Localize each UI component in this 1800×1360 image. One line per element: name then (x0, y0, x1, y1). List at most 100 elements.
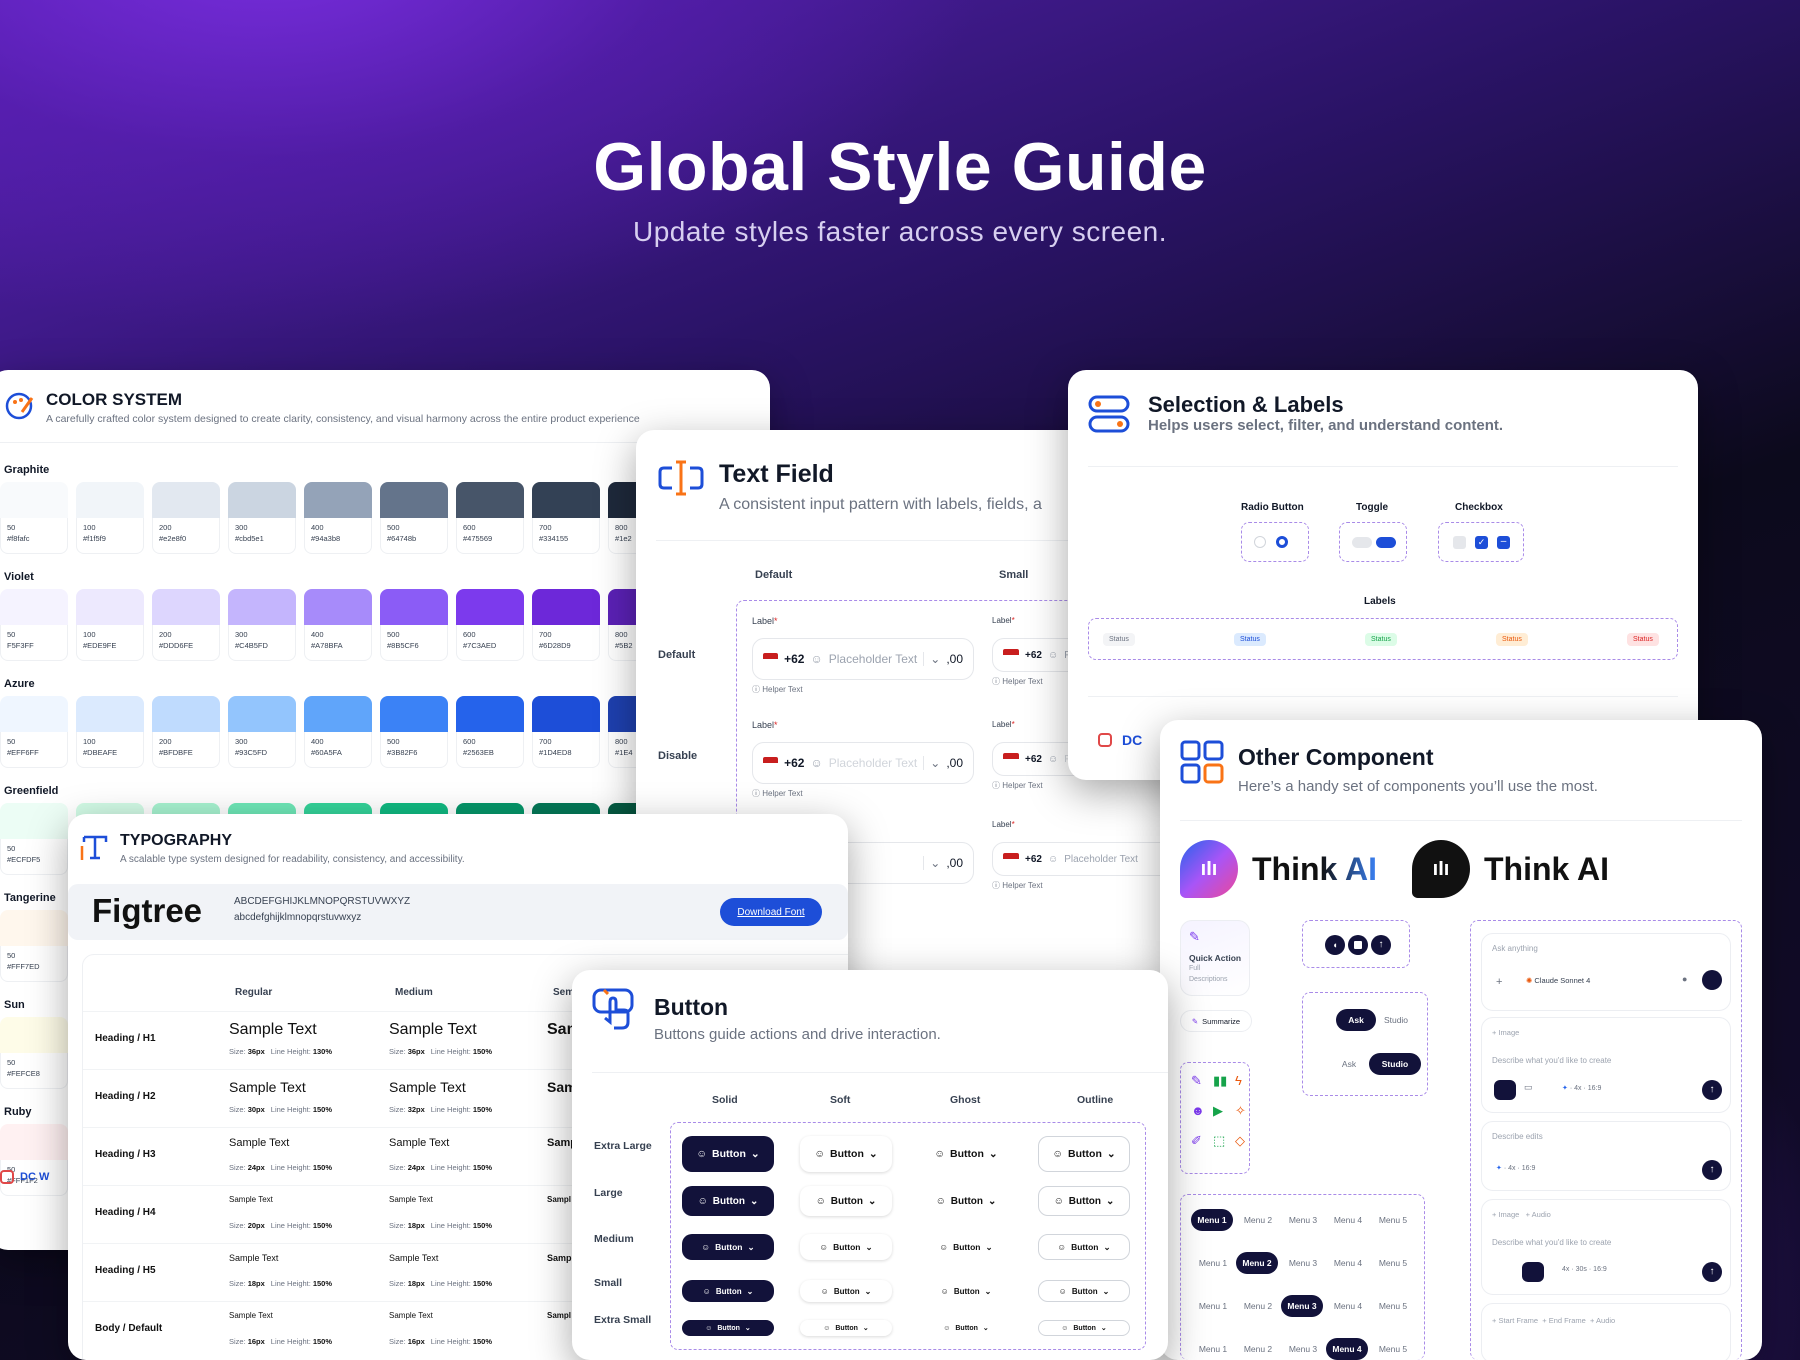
model-selector[interactable]: ✺ Claude Sonnet 4 (1526, 976, 1590, 985)
ghost-button[interactable]: ☺ Button ⌄ (920, 1234, 1012, 1260)
end-frame-chip[interactable]: End Frame (1549, 1316, 1586, 1325)
start-frame-chip[interactable]: Start Frame (1498, 1316, 1538, 1325)
menu-tab[interactable]: Menu 1 (1191, 1338, 1235, 1360)
seg-studio[interactable]: Studio (1376, 1009, 1416, 1031)
brush-icon[interactable]: ✐ (1191, 1133, 1202, 1149)
radio-on[interactable] (1276, 536, 1288, 548)
phone-input-disabled[interactable]: +62 ☺ Placeholder Text ⌄ ,00 (752, 742, 974, 784)
bolt-icon[interactable]: ϟ (1235, 1073, 1242, 1088)
solid-button[interactable]: ☺ Button ⌄ (682, 1280, 774, 1302)
toggle-on[interactable] (1376, 537, 1396, 548)
prompt-ask[interactable]: Ask anything + ✺ Claude Sonnet 4 ● (1481, 933, 1731, 1011)
ghost-button[interactable]: ☺ Button ⌄ (920, 1320, 1012, 1336)
soft-button[interactable]: ☺ Button ⌄ (800, 1186, 892, 1216)
prompt-audio[interactable]: + Image + Audio Describe what you'd like… (1481, 1199, 1731, 1295)
ghost-button[interactable]: ☺ Button ⌄ (920, 1186, 1012, 1216)
soft-button[interactable]: ☺ Button ⌄ (800, 1320, 892, 1336)
send-button[interactable]: ↑ (1371, 935, 1391, 955)
menu-tab[interactable]: Menu 1 (1191, 1295, 1235, 1317)
chevron-down-icon[interactable]: ⌄ (923, 652, 940, 666)
play-icon[interactable]: ▶ (1213, 1103, 1223, 1119)
menu-tab[interactable]: Menu 1 (1191, 1209, 1233, 1231)
country-code[interactable]: +62 (784, 652, 804, 666)
menu-tab[interactable]: Menu 3 (1281, 1252, 1325, 1274)
outline-button[interactable]: ☺ Button ⌄ (1038, 1320, 1130, 1336)
image-chip[interactable]: Image (1498, 1028, 1519, 1037)
menu-tab[interactable]: Menu 5 (1371, 1209, 1415, 1231)
menu-tab[interactable]: Menu 4 (1326, 1338, 1368, 1360)
toggle-off[interactable] (1352, 537, 1372, 548)
ratio-value[interactable]: 16:9 (1522, 1165, 1536, 1172)
video-mode-icon[interactable]: ▭ (1524, 1082, 1533, 1093)
solid-button[interactable]: ☺ Button ⌄ (682, 1234, 774, 1260)
send-button[interactable]: ↑ (1702, 1262, 1722, 1282)
menu-tab[interactable]: Menu 2 (1236, 1209, 1280, 1231)
duration-value[interactable]: 30s (1576, 1266, 1587, 1273)
chart-icon[interactable]: ▮▮ (1213, 1073, 1227, 1089)
ghost-button[interactable]: ☺ Button ⌄ (920, 1280, 1012, 1302)
plus-icon[interactable]: + (1496, 976, 1502, 988)
solid-button[interactable]: ☺ Button ⌄ (682, 1186, 774, 1216)
send-button[interactable]: ↑ (1702, 1160, 1722, 1180)
count-value[interactable]: 4x (1562, 1266, 1569, 1273)
phone-input[interactable]: +62 ☺ Placeholder Text ⌄ ,00 (752, 638, 974, 680)
seg-studio-active[interactable]: Studio (1369, 1053, 1421, 1075)
menu-tab[interactable]: Menu 2 (1236, 1295, 1280, 1317)
image-icon[interactable]: ☻ (1191, 1103, 1205, 1118)
country-code[interactable]: +62 (1025, 854, 1042, 865)
country-code[interactable]: +62 (1025, 754, 1042, 765)
image-mode-button[interactable] (1494, 1080, 1516, 1100)
send-button[interactable]: ↑ (1702, 1080, 1722, 1100)
soft-button[interactable]: ☺ Button ⌄ (800, 1280, 892, 1302)
seg-ask[interactable]: Ask (1329, 1053, 1369, 1075)
soft-button[interactable]: ☺ Button ⌄ (800, 1234, 892, 1260)
prompt-frames[interactable]: + Start Frame + End Frame + Audio (1481, 1303, 1731, 1360)
radio-off[interactable] (1254, 536, 1266, 548)
outline-button[interactable]: ☺ Button ⌄ (1038, 1186, 1130, 1216)
menu-tab[interactable]: Menu 3 (1281, 1209, 1325, 1231)
checkbox-off[interactable] (1453, 536, 1466, 549)
menu-tab[interactable]: Menu 4 (1326, 1252, 1370, 1274)
stop-button[interactable] (1348, 935, 1368, 955)
checkbox-indeterminate[interactable]: – (1497, 536, 1510, 549)
menu-tab[interactable]: Menu 5 (1371, 1338, 1415, 1360)
image-chip[interactable]: Image (1498, 1210, 1519, 1219)
summarize-chip[interactable]: ✎ Summarize (1180, 1010, 1252, 1032)
quick-action-card[interactable]: ✎ Quick Action Full Descriptions (1180, 920, 1250, 996)
outline-button[interactable]: ☺ Button ⌄ (1038, 1136, 1130, 1172)
audio-chip[interactable]: Audio (1532, 1210, 1551, 1219)
prompt-edits[interactable]: Describe edits ✦ · 4x · 16:9 ↑ (1481, 1121, 1731, 1191)
menu-tab[interactable]: Menu 5 (1371, 1252, 1415, 1274)
volume-button[interactable]: ◖ (1325, 935, 1345, 955)
menu-tab[interactable]: Menu 1 (1191, 1252, 1235, 1274)
menu-tab[interactable]: Menu 3 (1281, 1338, 1325, 1360)
solid-button[interactable]: ☺ Button ⌄ (682, 1136, 774, 1172)
menu-tab[interactable]: Menu 4 (1326, 1295, 1370, 1317)
ratio-value[interactable]: 16:9 (1593, 1266, 1607, 1273)
chevron-down-icon[interactable]: ⌄ (923, 856, 940, 870)
mic-icon[interactable]: ● (1682, 974, 1687, 984)
ghost-button[interactable]: ☺ Button ⌄ (920, 1136, 1012, 1172)
audio-chip[interactable]: Audio (1596, 1316, 1615, 1325)
count-value[interactable]: 4x (1508, 1165, 1515, 1172)
ratio-value[interactable]: 16:9 (1588, 1085, 1602, 1092)
outline-button[interactable]: ☺ Button ⌄ (1038, 1234, 1130, 1260)
menu-tab[interactable]: Menu 2 (1236, 1252, 1278, 1274)
seg-ask-active[interactable]: Ask (1336, 1009, 1376, 1031)
menu-tab[interactable]: Menu 5 (1371, 1295, 1415, 1317)
checkbox-checked[interactable]: ✓ (1475, 536, 1488, 549)
soft-button[interactable]: ☺ Button ⌄ (800, 1136, 892, 1172)
menu-tab[interactable]: Menu 2 (1236, 1338, 1280, 1360)
solid-button[interactable]: ☺ Button ⌄ (682, 1320, 774, 1336)
scan-icon[interactable]: ⬚ (1213, 1133, 1225, 1149)
menu-tab[interactable]: Menu 3 (1281, 1295, 1323, 1317)
download-font-button[interactable]: Download Font (720, 898, 822, 926)
count-value[interactable]: 4x (1574, 1085, 1581, 1092)
voice-button[interactable] (1702, 970, 1722, 990)
outline-button[interactable]: ☺ Button ⌄ (1038, 1280, 1130, 1302)
chevron-down-icon[interactable]: ⌄ (923, 756, 940, 770)
country-code[interactable]: +62 (1025, 650, 1042, 661)
edit-icon[interactable]: ✎ (1191, 1073, 1202, 1089)
magic-wand-icon[interactable]: ✧ (1235, 1103, 1246, 1119)
country-code[interactable]: +62 (784, 756, 804, 770)
